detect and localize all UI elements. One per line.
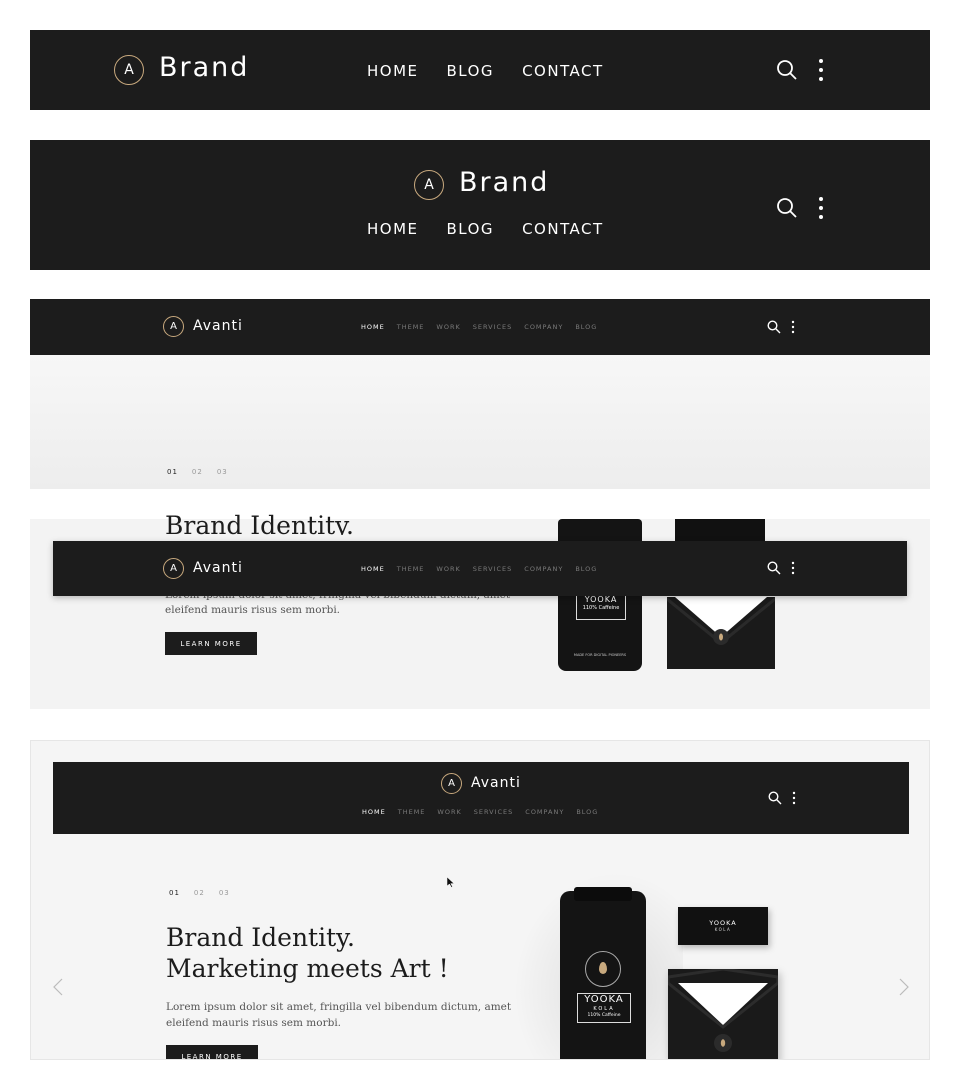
bottle-footer: MADE FOR DIGITAL PIONEERS — [573, 653, 627, 657]
nav-home[interactable]: HOME — [361, 323, 385, 331]
nav-theme[interactable]: THEME — [397, 323, 425, 331]
nav-home[interactable]: HOME — [362, 808, 386, 816]
more-vertical-icon[interactable] — [791, 561, 795, 575]
search-icon[interactable] — [767, 320, 781, 334]
brand-name[interactable]: Avanti — [193, 318, 243, 334]
nav-company[interactable]: COMPANY — [524, 565, 563, 573]
slide-indicator: 01 02 03 — [169, 889, 244, 897]
hero-heading-line-1: Brand Identity. — [166, 923, 355, 952]
bottle-tagline: 110% Caffeine — [582, 605, 620, 611]
brand-name[interactable]: Avanti — [471, 775, 521, 791]
card-brand: YOOKA — [709, 919, 737, 927]
slide-indicator: 01 02 03 — [167, 468, 242, 476]
business-card: YOOKA KOLA — [678, 907, 768, 945]
envelope — [667, 597, 775, 669]
envelope-flap-icon — [668, 969, 778, 1052]
bottle-label: YOOKA KOLA 110% Caffeine — [577, 993, 631, 1023]
search-icon[interactable] — [767, 561, 781, 575]
navbar-sticky: A Avanti HOME THEME WORK SERVICES COMPAN… — [53, 541, 907, 596]
chevron-left-icon[interactable] — [53, 978, 63, 996]
bottle-tagline: 110% Caffeine — [587, 1013, 621, 1018]
main-nav: HOME BLOG CONTACT — [367, 220, 604, 238]
learn-more-button[interactable]: LEARN MORE — [165, 632, 257, 655]
navbar-variant-1: A Brand HOME BLOG CONTACT — [30, 30, 930, 110]
hero-body-line-2: eleifend mauris risus sem morbi. — [166, 1017, 342, 1029]
bottle-brand: YOOKA — [584, 595, 618, 604]
nav-blog[interactable]: BLOG — [447, 62, 495, 80]
brand-name[interactable]: Brand — [159, 52, 249, 83]
main-nav: HOME THEME WORK SERVICES COMPANY BLOG — [361, 323, 609, 331]
nav-contact[interactable]: CONTACT — [522, 62, 604, 80]
brand-name[interactable]: Avanti — [193, 560, 243, 576]
main-nav: HOME THEME WORK SERVICES COMPANY BLOG — [362, 808, 610, 816]
more-vertical-icon[interactable] — [791, 320, 795, 334]
learn-more-button[interactable]: LEARN MORE — [166, 1045, 258, 1059]
search-icon[interactable] — [776, 59, 798, 81]
navbar-variant-3: A Avanti HOME THEME WORK SERVICES COMPAN… — [30, 299, 930, 355]
envelope-flap-icon — [667, 597, 775, 645]
nav-services[interactable]: SERVICES — [474, 808, 514, 816]
brand-logo-icon[interactable]: A — [414, 170, 444, 200]
nav-home[interactable]: HOME — [361, 565, 385, 573]
nav-work[interactable]: WORK — [436, 565, 460, 573]
business-card — [675, 519, 765, 541]
search-icon[interactable] — [776, 197, 798, 219]
brand-logo-icon[interactable]: A — [114, 55, 144, 85]
slide-number[interactable]: 02 — [194, 889, 205, 897]
cursor-arrow-icon — [447, 877, 455, 888]
hero-body-line-2: eleifend mauris risus sem morbi. — [165, 604, 341, 616]
nav-theme[interactable]: THEME — [398, 808, 426, 816]
bottle-label: YOOKA 110% Caffeine — [576, 594, 626, 620]
nav-blog[interactable]: BLOG — [575, 323, 597, 331]
card-sub: KOLA — [714, 927, 732, 932]
nav-services[interactable]: SERVICES — [473, 565, 513, 573]
hero-section-variant-3: 01 02 03 Brand Identity. Lorem ipsum dol… — [30, 355, 930, 709]
main-nav: HOME BLOG CONTACT — [367, 62, 604, 80]
nav-work[interactable]: WORK — [436, 323, 460, 331]
hero-faded-top — [30, 355, 930, 489]
bottle-drop-emblem — [585, 951, 621, 987]
hero-heading-line-2: Marketing meets Art ! — [166, 954, 449, 983]
navbar-variant-2: A Brand HOME BLOG CONTACT — [30, 140, 930, 270]
nav-blog[interactable]: BLOG — [447, 220, 495, 238]
slide-number[interactable]: 03 — [219, 889, 230, 897]
brand-logo-icon[interactable]: A — [163, 558, 184, 579]
brand-name[interactable]: Brand — [459, 167, 549, 198]
nav-theme[interactable]: THEME — [397, 565, 425, 573]
slide-number[interactable]: 01 — [167, 468, 178, 476]
nav-blog[interactable]: BLOG — [575, 565, 597, 573]
slide-number[interactable]: 02 — [192, 468, 203, 476]
nav-contact[interactable]: CONTACT — [522, 220, 604, 238]
bottle-brand: YOOKA — [584, 994, 624, 1005]
brand-logo-icon[interactable]: A — [163, 316, 184, 337]
envelope — [668, 969, 778, 1059]
main-nav: HOME THEME WORK SERVICES COMPANY BLOG — [361, 565, 609, 573]
hero-heading: Brand Identity. — [165, 511, 354, 535]
slide-number[interactable]: 01 — [169, 889, 180, 897]
nav-blog[interactable]: BLOG — [576, 808, 598, 816]
more-vertical-icon[interactable] — [818, 58, 824, 82]
navbar-variant-4: A Avanti HOME THEME WORK SERVICES COMPAN… — [53, 762, 909, 834]
chevron-right-icon[interactable] — [899, 978, 909, 996]
search-icon[interactable] — [768, 791, 782, 805]
hero-body-line-1: Lorem ipsum dolor sit amet, fringilla ve… — [166, 1001, 512, 1013]
brand-logo-icon[interactable]: A — [441, 773, 462, 794]
more-vertical-icon[interactable] — [818, 196, 824, 220]
nav-services[interactable]: SERVICES — [473, 323, 513, 331]
bottle-cap — [574, 887, 632, 901]
slide-number[interactable]: 03 — [217, 468, 228, 476]
nav-work[interactable]: WORK — [437, 808, 461, 816]
nav-company[interactable]: COMPANY — [525, 808, 564, 816]
nav-home[interactable]: HOME — [367, 220, 419, 238]
nav-company[interactable]: COMPANY — [524, 323, 563, 331]
more-vertical-icon[interactable] — [792, 791, 796, 805]
nav-home[interactable]: HOME — [367, 62, 419, 80]
product-bottle: YOOKA KOLA 110% Caffeine — [560, 887, 646, 1059]
